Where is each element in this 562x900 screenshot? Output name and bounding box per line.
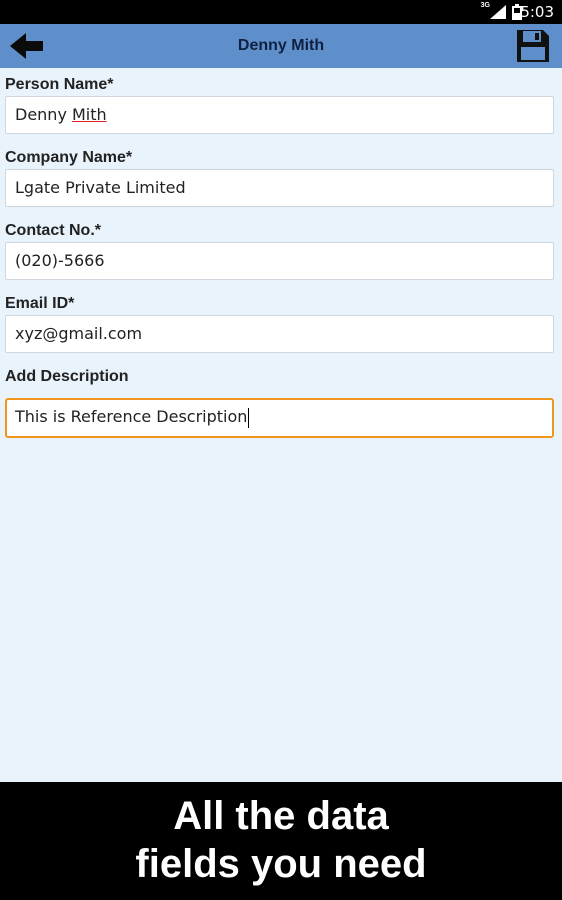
signal-icon (490, 5, 506, 19)
status-bar: 3G 5:03 (0, 0, 562, 24)
email-field[interactable]: xyz@gmail.com (5, 315, 554, 353)
company-name-field[interactable]: Lgate Private Limited (5, 169, 554, 207)
company-name-label: Company Name* (5, 149, 133, 166)
contact-no-field[interactable]: (020)-5666 (5, 242, 554, 280)
app-bar: Denny Mith (0, 24, 562, 68)
banner-line-2: fields you need (135, 842, 427, 886)
contact-no-label: Contact No.* (5, 222, 101, 239)
network-type: 3G (480, 2, 490, 9)
email-label: Email ID* (5, 295, 75, 312)
banner-line-1: All the data (173, 794, 389, 838)
promo-banner: All the data fields you need (0, 782, 562, 900)
text-caret (248, 407, 250, 428)
form-content: Person Name* Denny Mith Company Name* Lg… (0, 68, 562, 782)
person-name-misspelled: Mith (72, 105, 107, 124)
description-text: This is Reference Description (15, 407, 248, 426)
description-field[interactable]: This is Reference Description (5, 398, 554, 438)
person-name-first: Denny (15, 105, 72, 124)
clock: 5:03 (520, 3, 554, 21)
person-name-label: Person Name* (5, 76, 114, 93)
page-title: Denny Mith (237, 37, 325, 54)
save-button[interactable] (516, 29, 550, 63)
floppy-disk-icon (517, 30, 549, 62)
description-label: Add Description (5, 368, 129, 385)
person-name-field[interactable]: Denny Mith (5, 96, 554, 134)
